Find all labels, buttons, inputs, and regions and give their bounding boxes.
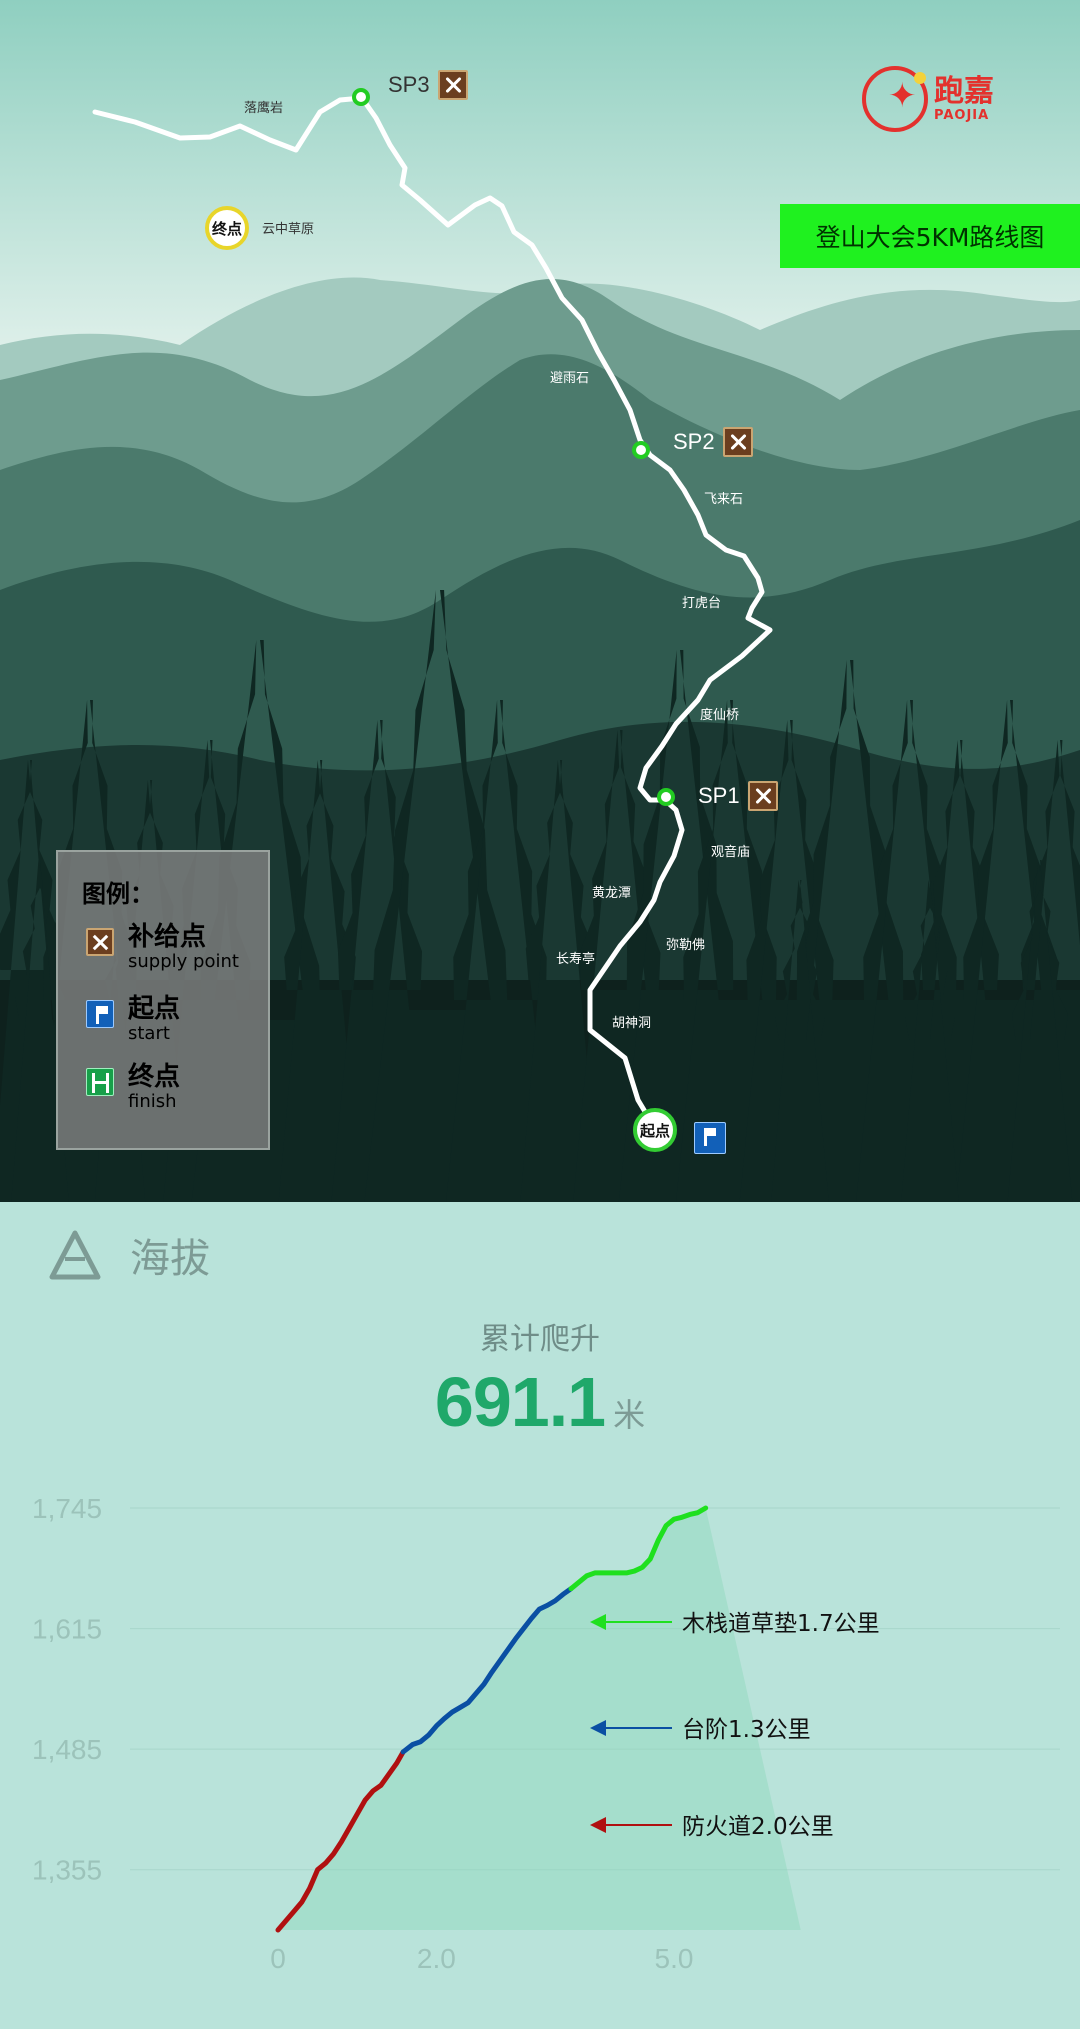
place-label: 飞来石	[704, 492, 744, 507]
series-legend-label: 木栈道草垫1.7公里	[682, 1611, 880, 1637]
map-legend: 图例： 补给点 supply point 起点 start 终点 finish	[56, 850, 270, 1150]
place-label: 打虎台	[682, 596, 722, 611]
legend-item-finish: 终点 finish	[86, 1062, 180, 1112]
legend-title: 图例：	[82, 880, 154, 908]
route-map: ✦ 跑嘉 PAOJIA 登山大会5KM路线图 终点 起点 SP3 SP2 SP1…	[0, 0, 1080, 1202]
start-flag-icon	[694, 1122, 726, 1154]
legend-cn: 终点	[128, 1062, 181, 1092]
finish-marker: 终点	[205, 206, 249, 250]
start-flag-icon	[86, 1000, 114, 1028]
sp2-marker	[632, 441, 650, 459]
elevation-chart: 1,745 1,615 1,485 1,355 0 2.0 5.0 木栈道草垫1.7公里台阶1…	[32, 1493, 1060, 1974]
place-label: 度仙桥	[700, 708, 740, 723]
runner-logo-icon: ✦	[862, 66, 928, 132]
sp1-text: SP1	[698, 783, 740, 808]
series-legend-label: 防火道2.0公里	[682, 1814, 834, 1840]
sp1-marker	[657, 788, 675, 806]
supply-icon	[86, 928, 114, 956]
place-label: 观音庙	[711, 845, 751, 860]
place-label: 黄龙潭	[592, 886, 632, 901]
legend-en: start	[128, 1023, 170, 1044]
legend-item-start: 起点 start	[86, 994, 180, 1044]
sp3-marker	[352, 88, 370, 106]
y-tick-label: 1,485	[32, 1734, 102, 1765]
elevation-panel: 海拔 累计爬升 691.1 米 1,745 1,615 1,485 1,355 0 2.0 5…	[0, 1202, 1080, 2029]
place-label: 落鹰岩	[244, 101, 284, 116]
sp3-text: SP3	[388, 72, 430, 97]
supply-icon	[437, 70, 468, 100]
x-tick-label: 0	[270, 1943, 286, 1974]
legend-cn: 起点	[128, 994, 181, 1024]
legend-en: finish	[128, 1091, 177, 1112]
sp2-text: SP2	[673, 429, 715, 454]
logo-cn: 跑嘉	[934, 73, 994, 109]
supply-icon	[722, 427, 753, 457]
finish-gate-icon	[86, 1068, 114, 1096]
paojia-logo: ✦ 跑嘉 PAOJIA	[862, 66, 994, 132]
y-tick-label: 1,355	[32, 1855, 102, 1886]
supply-icon	[747, 781, 778, 811]
sp1-label: SP1	[698, 781, 778, 811]
place-label: 长寿亭	[556, 952, 596, 967]
x-tick-label: 5.0	[655, 1943, 694, 1974]
legend-cn: 补给点	[128, 922, 207, 952]
y-tick-label: 1,745	[32, 1493, 102, 1524]
logo-en: PAOJIA	[934, 107, 990, 123]
y-tick-label: 1,615	[32, 1614, 102, 1645]
place-label: 弥勒佛	[666, 938, 706, 953]
legend-item-supply: 补给点 supply point	[86, 922, 239, 972]
start-marker: 起点	[633, 1108, 677, 1152]
x-tick-label: 2.0	[417, 1943, 456, 1974]
map-title: 登山大会5KM路线图	[780, 204, 1080, 268]
sp2-label: SP2	[673, 427, 753, 457]
place-label: 避雨石	[550, 371, 590, 386]
place-label: 胡神洞	[612, 1016, 652, 1031]
place-label: 云中草原	[262, 222, 315, 237]
series-legend-label: 台阶1.3公里	[682, 1717, 811, 1743]
sp3-label: SP3	[388, 70, 468, 100]
legend-en: supply point	[128, 951, 239, 972]
